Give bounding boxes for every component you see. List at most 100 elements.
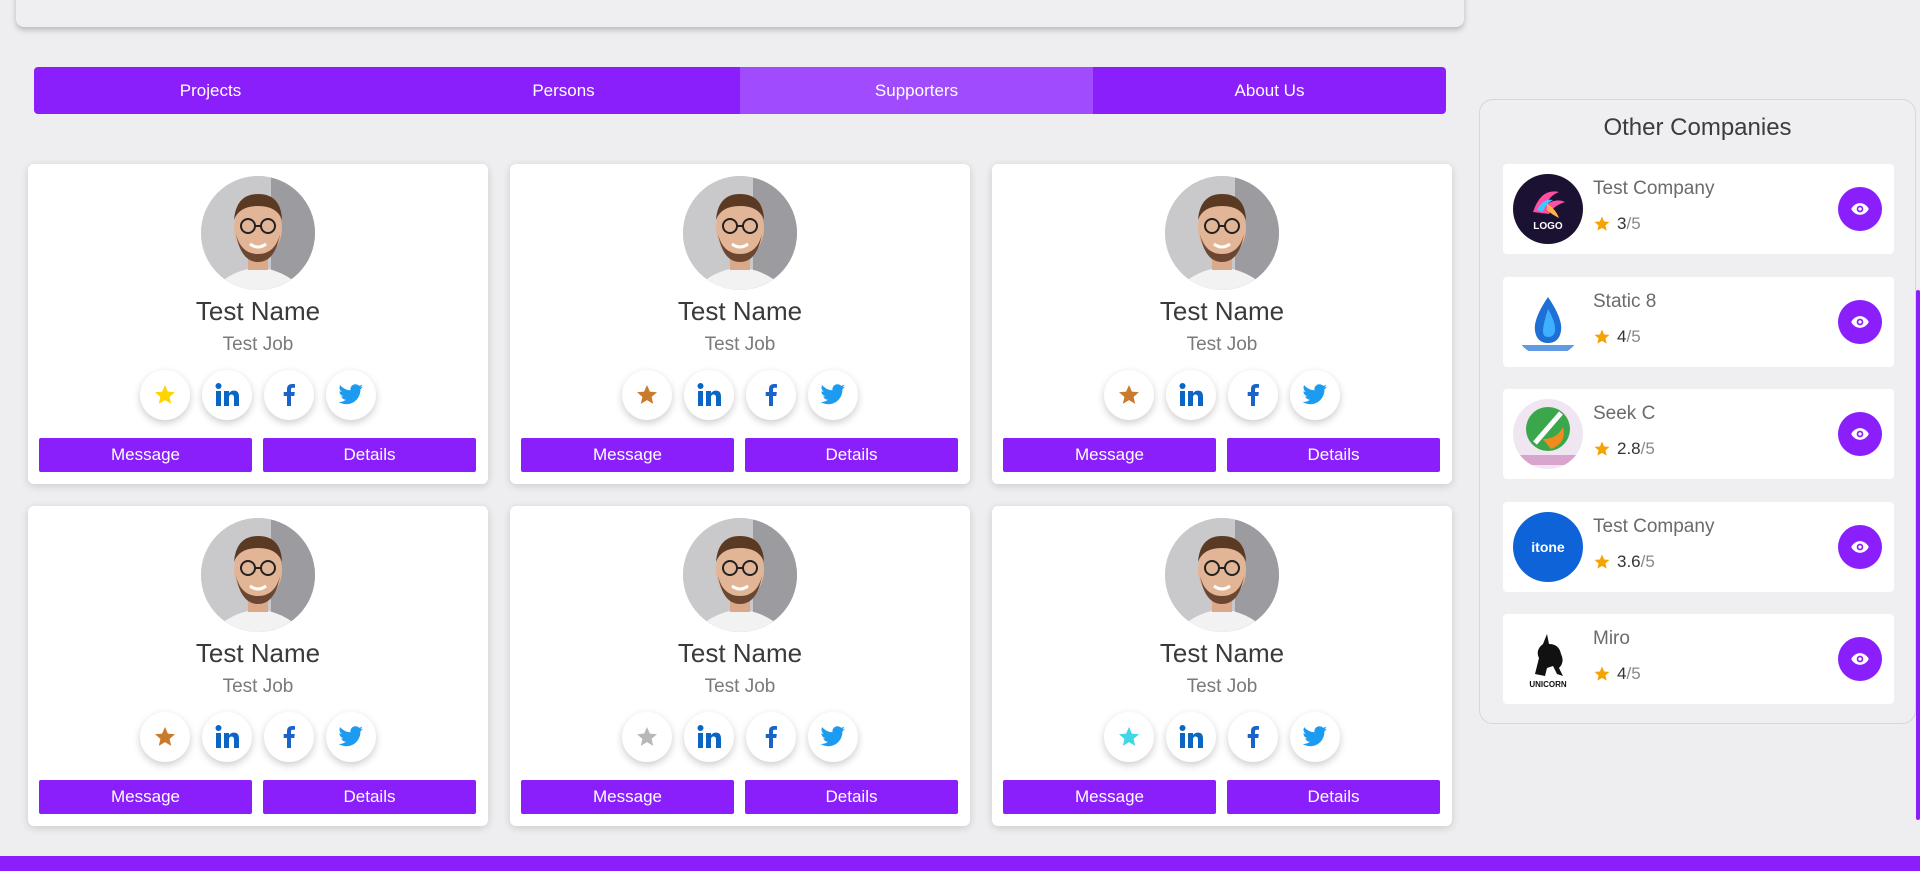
linkedin-button[interactable] xyxy=(684,712,734,762)
twitter-button[interactable] xyxy=(326,712,376,762)
twitter-icon xyxy=(820,726,845,747)
details-button[interactable]: Details xyxy=(745,780,958,814)
twitter-icon xyxy=(338,726,363,747)
rating-max: /5 xyxy=(1640,551,1655,571)
facebook-button[interactable] xyxy=(746,712,796,762)
facebook-icon xyxy=(765,384,777,406)
linkedin-icon xyxy=(1179,725,1203,748)
linkedin-button[interactable] xyxy=(1166,712,1216,762)
tab-projects[interactable]: Projects xyxy=(34,67,387,114)
tab-supporters[interactable]: Supporters xyxy=(740,67,1093,114)
star-button[interactable] xyxy=(1104,712,1154,762)
unicorn-logo-text: UNICORN xyxy=(1529,680,1567,689)
star-button[interactable] xyxy=(1104,370,1154,420)
avatar xyxy=(1165,518,1279,632)
details-button[interactable]: Details xyxy=(1227,438,1440,472)
message-button[interactable]: Message xyxy=(39,780,252,814)
company-item[interactable]: itone Test Company 3.6/5 xyxy=(1503,501,1894,592)
supporter-card: Test Name Test Job Message Details xyxy=(510,164,970,484)
supporter-job: Test Job xyxy=(222,334,294,355)
rating-value: 3.6 xyxy=(1617,551,1641,571)
facebook-button[interactable] xyxy=(264,712,314,762)
supporter-card: Test Name Test Job Message Details xyxy=(28,164,488,484)
facebook-icon xyxy=(1247,384,1259,406)
view-company-button[interactable] xyxy=(1838,299,1882,344)
company-item[interactable]: UNICORN Miro 4/5 xyxy=(1503,614,1894,704)
message-button[interactable]: Message xyxy=(521,780,734,814)
supporter-card: Test Name Test Job Message Details xyxy=(28,506,488,826)
twitter-button[interactable] xyxy=(1290,712,1340,762)
star-button[interactable] xyxy=(622,712,672,762)
facebook-icon xyxy=(283,726,295,748)
linkedin-icon xyxy=(1179,383,1203,406)
linkedin-button[interactable] xyxy=(684,370,734,420)
supporter-job: Test Job xyxy=(222,676,294,697)
twitter-button[interactable] xyxy=(808,712,858,762)
facebook-button[interactable] xyxy=(746,370,796,420)
facebook-icon xyxy=(283,384,295,406)
company-rating: 4/5 xyxy=(1593,664,1641,684)
company-name: Test Company xyxy=(1593,178,1715,199)
rating-max: /5 xyxy=(1626,214,1641,233)
star-button[interactable] xyxy=(622,370,672,420)
facebook-button[interactable] xyxy=(1228,370,1278,420)
linkedin-button[interactable] xyxy=(1166,370,1216,420)
twitter-button[interactable] xyxy=(808,370,858,420)
supporter-name: Test Name xyxy=(677,296,803,326)
details-button[interactable]: Details xyxy=(1227,780,1440,814)
supporter-name: Test Name xyxy=(677,638,803,668)
company-item[interactable]: Seek C 2.8/5 xyxy=(1503,389,1894,479)
star-button[interactable] xyxy=(140,712,190,762)
linkedin-icon xyxy=(215,725,239,748)
supporter-job: Test Job xyxy=(1186,676,1258,697)
star-icon xyxy=(155,727,175,746)
company-rating: 4/5 xyxy=(1593,327,1641,347)
message-button[interactable]: Message xyxy=(1003,780,1216,814)
view-company-button[interactable] xyxy=(1838,187,1882,231)
company-name: Test Company xyxy=(1593,515,1715,537)
message-button[interactable]: Message xyxy=(39,438,252,472)
company-item[interactable]: LOGO Test Company 3/5 xyxy=(1503,164,1894,254)
message-button[interactable]: Message xyxy=(521,438,734,472)
supporter-job: Test Job xyxy=(704,676,776,697)
view-company-button[interactable] xyxy=(1838,637,1882,681)
details-button[interactable]: Details xyxy=(745,438,958,472)
social-links xyxy=(28,370,488,420)
supporter-name: Test Name xyxy=(1159,638,1285,668)
facebook-button[interactable] xyxy=(1228,712,1278,762)
rating-star-icon xyxy=(1594,441,1610,456)
linkedin-button[interactable] xyxy=(202,370,252,420)
view-company-button[interactable] xyxy=(1838,524,1882,569)
card-actions: Message Details xyxy=(521,438,959,472)
twitter-icon xyxy=(338,384,363,405)
eye-icon xyxy=(1851,428,1869,440)
facebook-button[interactable] xyxy=(264,370,314,420)
view-company-button[interactable] xyxy=(1838,412,1882,456)
company-rating: 3.6/5 xyxy=(1593,552,1655,572)
eye-icon xyxy=(1851,653,1869,665)
eye-icon xyxy=(1851,540,1869,553)
linkedin-icon xyxy=(697,383,721,406)
twitter-button[interactable] xyxy=(326,370,376,420)
company-name: Seek C xyxy=(1593,403,1656,424)
scrollbar[interactable] xyxy=(1916,290,1920,820)
company-item[interactable]: Static 8 4/5 xyxy=(1503,276,1894,367)
twitter-icon xyxy=(820,384,845,405)
rating-star-icon xyxy=(1594,216,1610,231)
tab-about-us[interactable]: About Us xyxy=(1093,67,1446,114)
twitter-button[interactable] xyxy=(1290,370,1340,420)
message-button[interactable]: Message xyxy=(1003,438,1216,472)
drop-logo xyxy=(1513,286,1583,357)
linkedin-icon xyxy=(215,383,239,406)
rating-max: /5 xyxy=(1626,326,1641,346)
supporter-name: Test Name xyxy=(1159,296,1285,326)
star-button[interactable] xyxy=(140,370,190,420)
linkedin-button[interactable] xyxy=(202,712,252,762)
facebook-icon xyxy=(765,726,777,748)
tab-persons[interactable]: Persons xyxy=(387,67,740,114)
details-button[interactable]: Details xyxy=(263,780,476,814)
details-button[interactable]: Details xyxy=(263,438,476,472)
avatar xyxy=(1165,176,1279,290)
other-companies-title: Other Companies xyxy=(1603,114,1792,141)
avatar xyxy=(201,518,315,632)
